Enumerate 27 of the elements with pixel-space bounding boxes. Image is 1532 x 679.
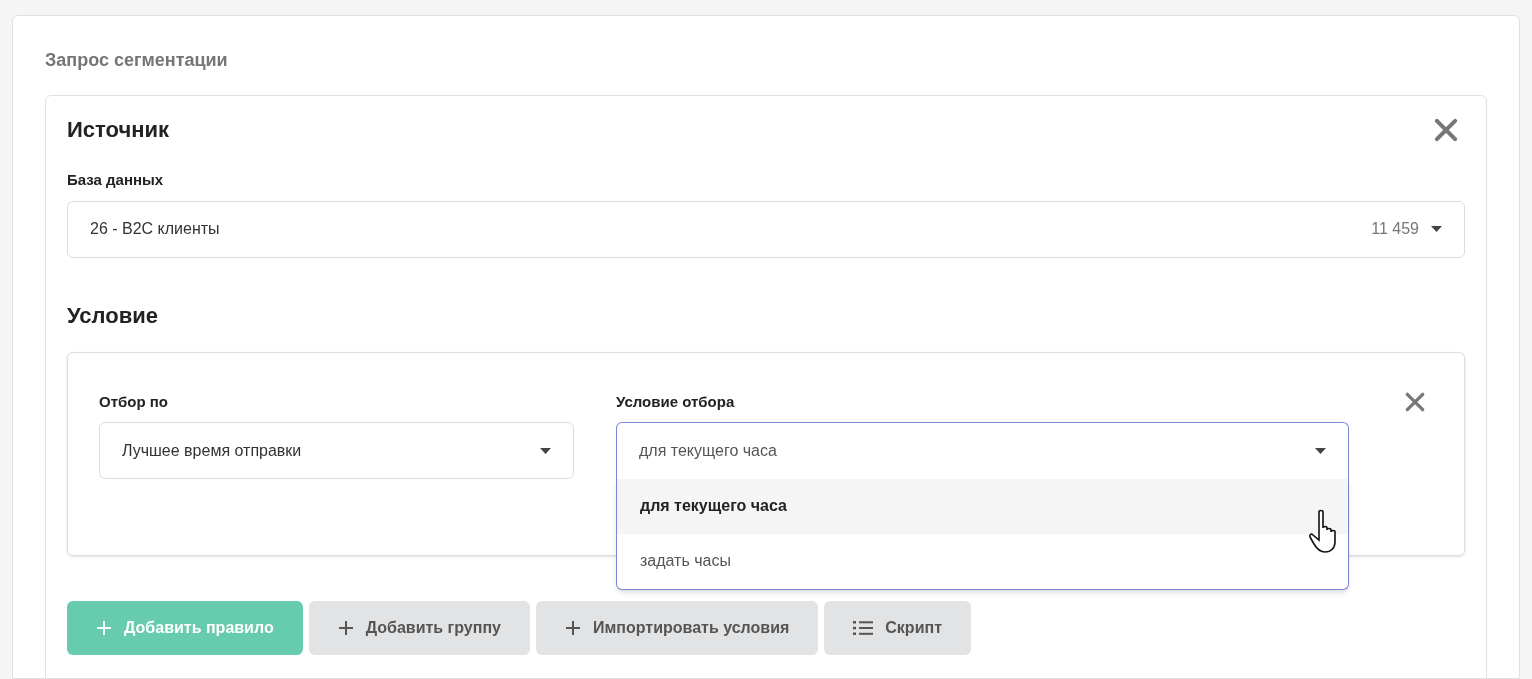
close-icon[interactable]	[1433, 117, 1459, 143]
filter-select[interactable]: Лучшее время отправки	[99, 422, 574, 479]
remove-rule-icon[interactable]	[1404, 390, 1426, 413]
field-label: Условие отбора	[616, 391, 736, 412]
select-value: 26 - B2C клиенты	[90, 219, 220, 239]
select-value: Лучшее время отправки	[122, 440, 302, 461]
page-title: Запрос сегментации	[45, 49, 229, 72]
database-select[interactable]: 26 - B2C клиенты 11 459	[67, 200, 1465, 258]
caret-down-icon	[1315, 448, 1326, 454]
condition-select[interactable]: для текущего часа	[616, 422, 1349, 479]
dropdown-option[interactable]: задать часы	[617, 533, 1348, 589]
dropdown-option[interactable]: для текущего часа	[617, 478, 1348, 534]
section-heading: Условие	[67, 301, 159, 330]
caret-down-icon	[1431, 226, 1442, 232]
list-icon	[853, 619, 874, 636]
action-button[interactable]: Скрипт	[824, 600, 971, 655]
field-label: База данных	[67, 170, 165, 190]
caret-down-icon	[540, 447, 551, 454]
action-button[interactable]: Добавить группу	[308, 600, 530, 655]
select-value: для текущего часа	[639, 441, 777, 461]
field-label: Отбор по	[99, 391, 169, 412]
record-count: 11 459	[1371, 219, 1419, 239]
section-heading: Источник	[67, 116, 170, 144]
plus-icon	[96, 619, 112, 636]
plus-icon	[564, 619, 581, 636]
plus-icon	[337, 619, 354, 636]
action-button[interactable]: Импортировать условия	[535, 600, 819, 655]
